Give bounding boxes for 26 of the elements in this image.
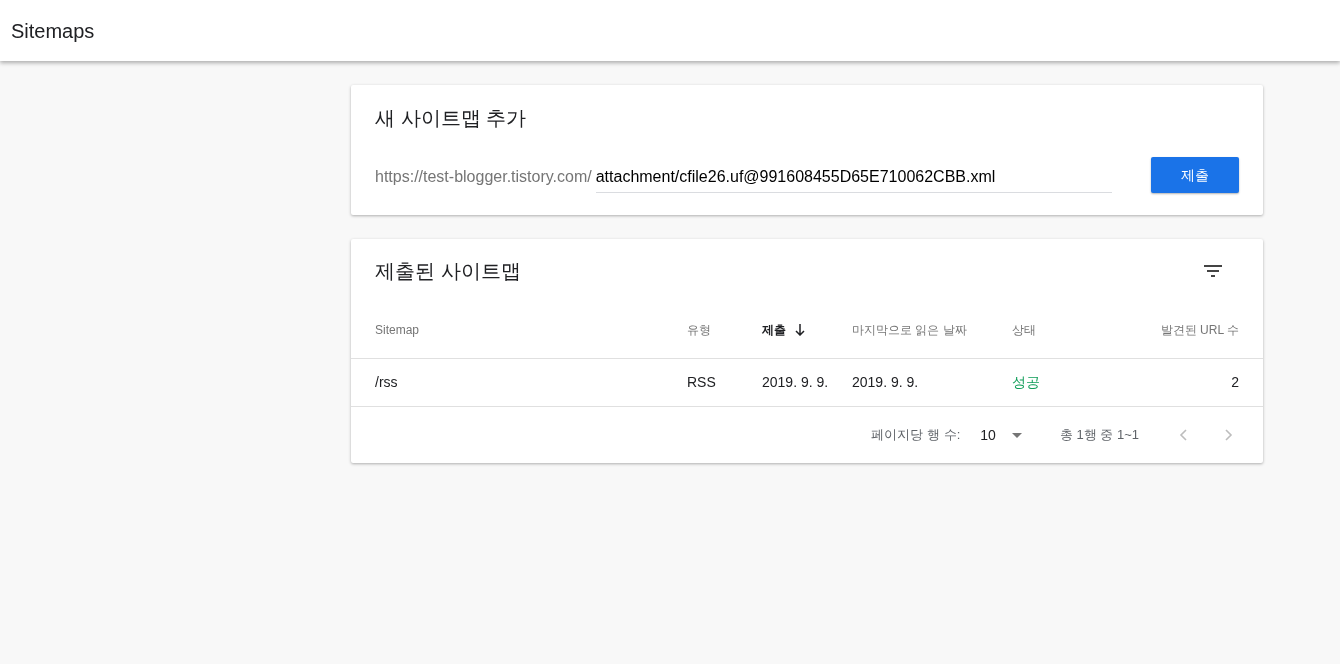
- column-header[interactable]: 제출: [762, 320, 786, 339]
- table-cell: /rss: [375, 374, 398, 390]
- column-header[interactable]: 발견된 URL 수: [1160, 320, 1239, 339]
- column-header[interactable]: 상태: [1012, 320, 1036, 339]
- status-text: 성공: [1012, 374, 1040, 390]
- submit-button[interactable]: 제출: [1151, 157, 1239, 193]
- app-title: Sitemaps: [11, 18, 95, 44]
- column-header[interactable]: 유형: [687, 320, 711, 339]
- table-cell: 2: [1231, 374, 1239, 390]
- next-page-icon[interactable]: [1225, 429, 1233, 441]
- sitemap-url-field[interactable]: attachment/cfile26.uf@991608455D65E710062CBB.xml: [595, 165, 1112, 193]
- sort-arrow-icon: [795, 323, 805, 336]
- table-cell: 2019. 9. 9.: [762, 374, 829, 390]
- rows-per-page-label: 페이지당 행 수:: [871, 426, 961, 445]
- filter-icon[interactable]: [1204, 265, 1222, 277]
- rows-per-page-select[interactable]: 10: [980, 424, 1022, 446]
- page-range: 총 1행 중 1~1: [1059, 426, 1139, 445]
- table-cell: 2019. 9. 9.: [852, 374, 919, 390]
- column-header[interactable]: Sitemap: [375, 320, 420, 339]
- dropdown-caret-icon: [1011, 432, 1022, 438]
- card-title: 제출된 사이트맵: [375, 259, 521, 284]
- url-prefix: https://test-blogger.tistory.com/: [375, 167, 592, 187]
- previous-page-icon[interactable]: [1179, 429, 1187, 441]
- table-cell: RSS: [687, 374, 716, 390]
- card-title: 새 사이트맵 추가: [375, 106, 528, 131]
- column-header[interactable]: 마지막으로 읽은 날짜: [852, 320, 967, 339]
